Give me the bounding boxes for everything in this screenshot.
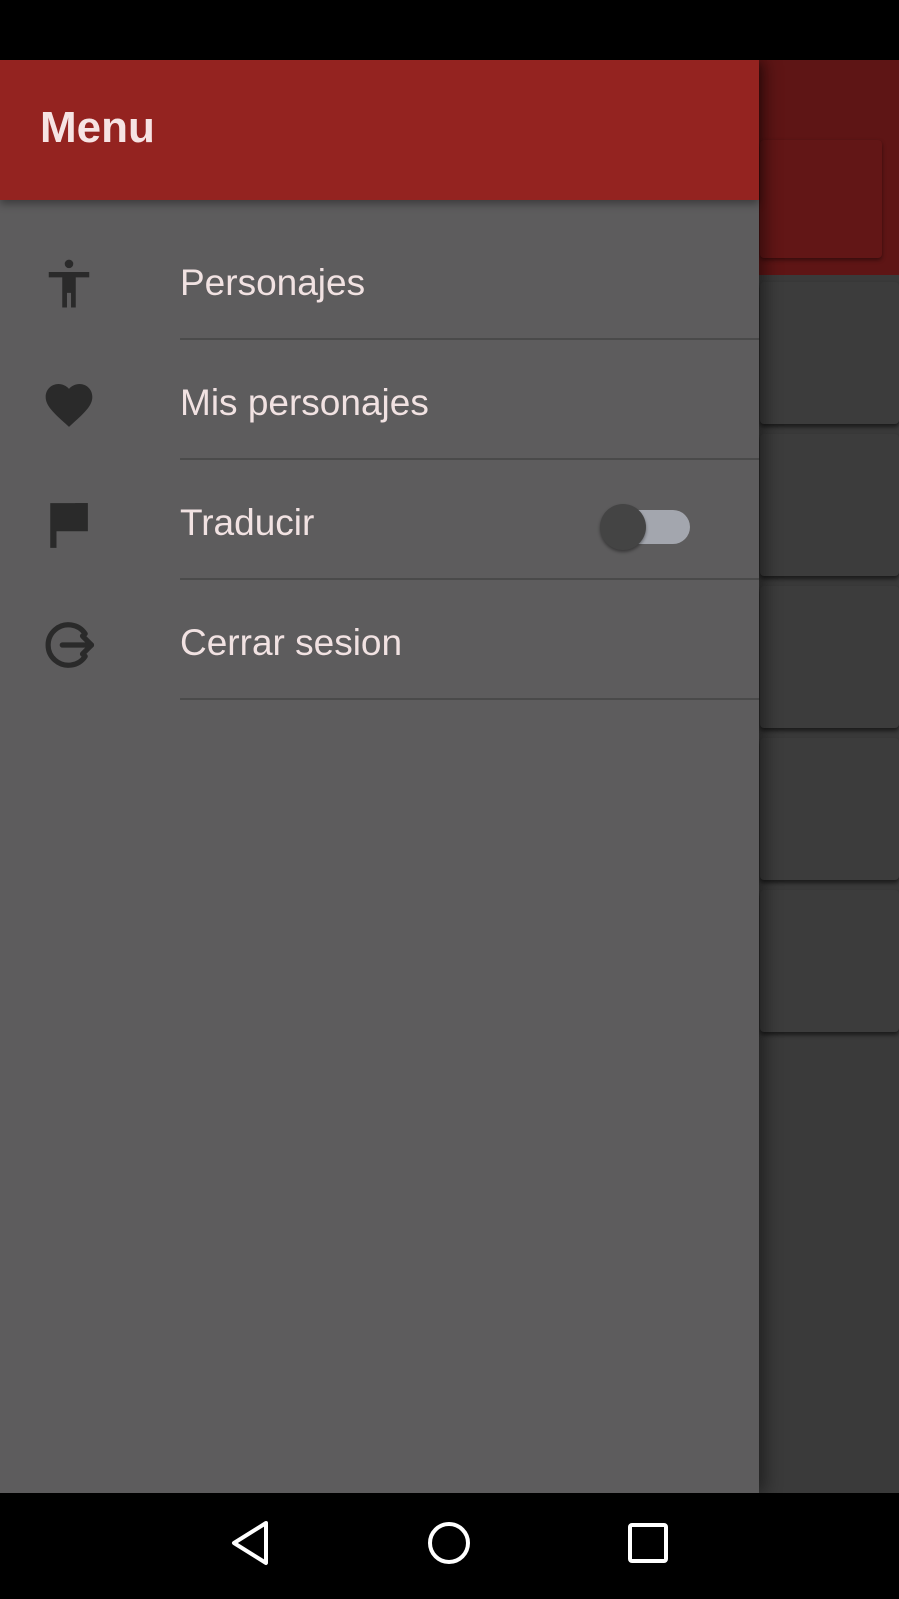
home-icon	[426, 1520, 472, 1570]
translate-toggle[interactable]	[600, 502, 690, 550]
background-card	[760, 738, 899, 880]
menu-item-mis-personajes[interactable]: Mis personajes	[0, 340, 759, 460]
home-button[interactable]	[417, 1513, 481, 1577]
toggle-thumb	[600, 504, 646, 550]
background-header-card	[760, 140, 882, 258]
logout-icon	[40, 616, 98, 674]
background-card	[760, 434, 899, 576]
back-icon	[228, 1519, 272, 1571]
divider	[180, 698, 759, 700]
menu-item-label: Mis personajes	[180, 382, 429, 423]
menu-item-label: Cerrar sesion	[180, 622, 403, 663]
accessibility-icon	[40, 256, 98, 314]
menu-item-personajes[interactable]: Personajes	[0, 220, 759, 340]
recents-button[interactable]	[616, 1513, 680, 1577]
menu-item-traducir[interactable]: Traducir	[0, 460, 759, 580]
background-card	[760, 282, 899, 424]
back-button[interactable]	[218, 1513, 282, 1577]
phone-screen: Menu Personajes Mis personajes Traducir …	[0, 0, 899, 1599]
menu-item-cerrar-sesion[interactable]: Cerrar sesion	[0, 580, 759, 700]
drawer-menu-list: Personajes Mis personajes Traducir Cerra…	[0, 220, 759, 700]
system-navigation-bar	[0, 1493, 899, 1599]
recents-icon	[627, 1522, 669, 1568]
background-card	[760, 890, 899, 1032]
drawer-header: Menu	[0, 60, 759, 200]
heart-icon	[40, 376, 98, 434]
menu-item-label: Traducir	[180, 502, 315, 543]
menu-item-label: Personajes	[180, 262, 366, 303]
flag-icon	[40, 496, 98, 554]
drawer-title: Menu	[40, 103, 155, 152]
navigation-drawer: Menu Personajes Mis personajes Traducir …	[0, 60, 759, 1493]
background-card	[760, 586, 899, 728]
status-bar	[0, 0, 899, 60]
